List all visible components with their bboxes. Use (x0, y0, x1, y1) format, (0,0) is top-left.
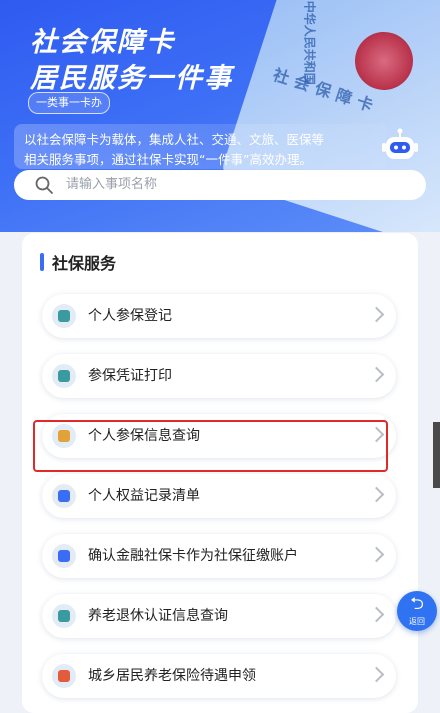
person-register-icon (52, 304, 76, 328)
id-card-icon (52, 544, 76, 568)
service-item-rights-record[interactable]: 个人权益记录清单 (42, 474, 396, 518)
pension-user-icon (52, 604, 76, 628)
rights-badge-icon (52, 484, 76, 508)
chevron-right-icon (368, 366, 385, 383)
banner-tag: 一类事一卡办 (28, 92, 110, 114)
service-item-personal-registration[interactable]: 个人参保登记 (42, 294, 396, 338)
chevron-right-icon (368, 306, 385, 323)
banner-title-line1: 社会保障卡 (30, 27, 175, 58)
back-button-label: 返回 (409, 617, 425, 626)
service-label: 个人权益记录清单 (88, 488, 200, 504)
banner-description: 以社会保障卡为载体，集成人社、交通、文旅、医保等 相关服务事项，通过社保卡实现“… (14, 124, 386, 169)
print-certificate-icon (52, 364, 76, 388)
document-icon (52, 664, 76, 688)
section-title: 社保服务 (52, 254, 117, 273)
scrollbar-thumb[interactable] (433, 422, 440, 488)
description-line2: 相关服务事项，通过社保卡实现“一件事”高效办理。 (24, 152, 312, 167)
search-input[interactable]: 请输入事项名称 (14, 170, 426, 200)
service-label: 城乡居民养老保险待遇申领 (88, 668, 256, 684)
chevron-right-icon (368, 606, 385, 623)
service-item-bank-card-account[interactable]: 确认金融社保卡作为社保征缴账户 (42, 534, 396, 578)
service-label: 确认金融社保卡作为社保征缴账户 (88, 548, 298, 564)
banner-title-line2: 居民服务一件事 (30, 63, 233, 94)
robot-assistant-icon[interactable] (382, 128, 418, 166)
chevron-right-icon (368, 546, 385, 563)
chevron-right-icon (368, 486, 385, 503)
search-icon (35, 176, 53, 194)
service-label: 参保凭证打印 (88, 368, 172, 384)
service-item-pension-claim[interactable]: 城乡居民养老保险待遇申领 (42, 654, 396, 698)
service-label: 个人参保登记 (88, 308, 172, 324)
back-button[interactable]: ⮌ 返回 (397, 591, 437, 631)
section-accent-bar (40, 253, 44, 271)
service-item-retirement-auth[interactable]: 养老退休认证信息查询 (42, 594, 396, 638)
service-label: 养老退休认证信息查询 (88, 608, 228, 624)
header-banner: 中华人民共和国 社会保障卡 社会保障卡 居民服务一件事 一类事一卡办 以社会保障… (0, 0, 440, 232)
return-arrow-icon: ⮌ (410, 594, 424, 614)
search-placeholder: 请输入事项名称 (66, 177, 158, 192)
chevron-right-icon (368, 666, 385, 683)
highlight-box (33, 420, 388, 472)
description-line1: 以社会保障卡为载体，集成人社、交通、文旅、医保等 (24, 132, 325, 147)
service-item-certificate-print[interactable]: 参保凭证打印 (42, 354, 396, 398)
